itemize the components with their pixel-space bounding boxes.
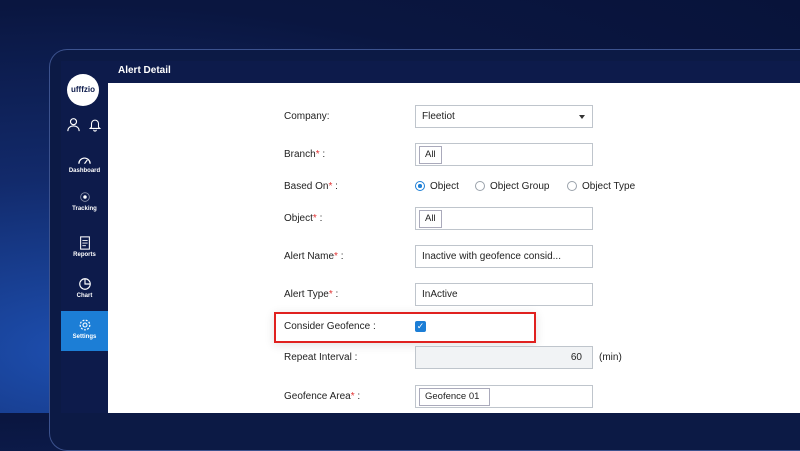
object-label: Object* : — [284, 213, 323, 224]
repeat-interval-label: Repeat Interval : — [284, 352, 358, 363]
pie-chart-icon — [78, 278, 91, 290]
radio-object-group[interactable]: Object Group — [475, 181, 549, 192]
branch-field[interactable]: All — [415, 143, 593, 166]
sidebar-item-label: Tracking — [72, 206, 97, 212]
sidebar-item-reports[interactable]: Reports — [61, 236, 108, 266]
consider-geofence-label: Consider Geofence : — [284, 321, 376, 332]
tracking-icon — [79, 192, 90, 202]
logo: ufffzio — [67, 74, 99, 106]
alert-type-field[interactable]: InActive — [415, 283, 593, 306]
sidebar-item-chart[interactable]: Chart — [61, 277, 108, 307]
sidebar-item-dashboard[interactable]: Dashboard — [61, 152, 108, 186]
geofence-area-label: Geofence Area* : — [284, 391, 361, 402]
branch-chip: All — [419, 146, 442, 164]
alert-name-input[interactable]: Inactive with geofence consid... — [415, 245, 593, 268]
radio-unselected-icon — [475, 181, 485, 191]
object-field[interactable]: All — [415, 207, 593, 230]
alert-name-label: Alert Name* : — [284, 251, 344, 262]
company-select[interactable]: Fleetiot — [415, 105, 593, 128]
geofence-chip: Geofence 01 — [419, 388, 491, 406]
repeat-interval-unit: (min) — [599, 352, 622, 363]
user-icon[interactable] — [66, 117, 81, 137]
chevron-down-icon — [579, 115, 585, 119]
radio-unselected-icon — [567, 181, 577, 191]
page-title: Alert Detail — [108, 61, 800, 83]
sidebar-item-settings[interactable]: Settings — [61, 311, 108, 351]
sidebar-item-label: Settings — [72, 334, 97, 340]
radio-object[interactable]: Object — [415, 181, 459, 192]
based-on-label: Based On* : — [284, 181, 338, 192]
sidebar-item-label: Dashboard — [68, 168, 101, 174]
document-icon — [79, 236, 90, 250]
gear-icon — [79, 319, 90, 331]
company-label: Company: — [284, 111, 330, 122]
bell-icon[interactable] — [88, 117, 102, 137]
repeat-interval-input[interactable]: 60 — [415, 346, 593, 369]
consider-geofence-checkbox[interactable]: ✓ — [415, 321, 426, 332]
sidebar-item-label: Chart — [76, 293, 93, 299]
company-value: Fleetiot — [422, 111, 455, 122]
radio-selected-icon — [415, 181, 425, 191]
radio-object-type[interactable]: Object Type — [567, 181, 635, 192]
sidebar-item-tracking[interactable]: Tracking — [61, 190, 108, 220]
alert-type-label: Alert Type* : — [284, 289, 339, 300]
gauge-icon — [78, 157, 91, 165]
checkmark-icon: ✓ — [416, 321, 425, 331]
object-chip: All — [419, 210, 442, 228]
geofence-area-field[interactable]: Geofence 01 — [415, 385, 593, 408]
branch-label: Branch* : — [284, 149, 326, 160]
sidebar-item-label: Reports — [73, 252, 96, 258]
